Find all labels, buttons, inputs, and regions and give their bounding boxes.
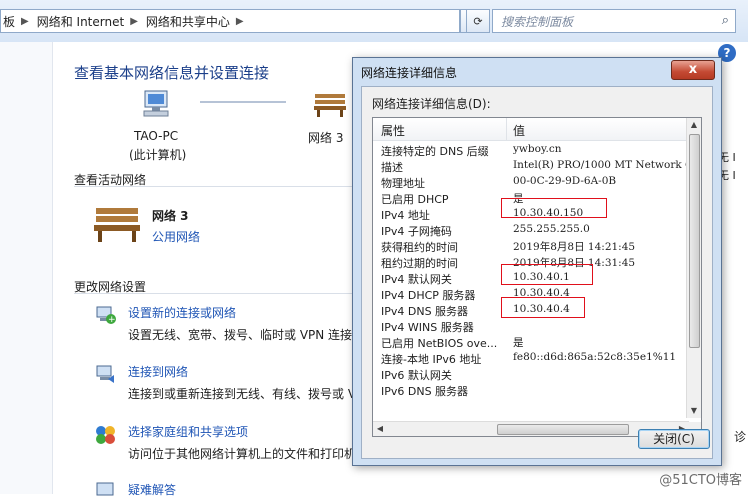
search-placeholder: 搜索控制面板	[501, 14, 574, 29]
svg-text:+: +	[108, 315, 116, 325]
property-cell: IPv4 DNS 服务器	[381, 305, 469, 318]
scrollbar-thumb[interactable]	[689, 134, 700, 348]
address-toolbar: 板 ▶ 网络和 Internet ▶ 网络和共享中心 ▶ ▼ ⟳ 搜索控制面板 …	[0, 0, 748, 43]
breadcrumb-item[interactable]: 网络和 Internet	[37, 13, 124, 30]
ipv4-address-highlight	[501, 198, 607, 218]
network-details-dialog: 网络连接详细信息 x 网络连接详细信息(D): 属性 值 连接特定的 DNS 后…	[352, 57, 722, 466]
dialog-close-icon[interactable]: x	[671, 60, 715, 80]
task-setup-connection-link[interactable]: 设置新的连接或网络	[128, 304, 236, 321]
homegroup-icon	[96, 426, 115, 444]
value-cell: 2019年8月8日 14:21:45	[513, 241, 636, 253]
property-cell: IPv4 WINS 服务器	[381, 321, 474, 334]
new-connection-icon: +	[96, 306, 116, 325]
divider	[74, 186, 354, 187]
task-homegroup-desc: 访问位于其他网络计算机上的文件和打印机	[128, 447, 357, 461]
value-cell: ywboy.cn	[513, 143, 562, 155]
task-troubleshoot-link[interactable]: 疑难解答	[128, 481, 176, 498]
property-cell: IPv6 默认网关	[381, 369, 452, 382]
bench-icon[interactable]	[312, 90, 348, 118]
table-row[interactable]: 描述 Intel(R) PRO/1000 MT Network C	[373, 158, 689, 174]
property-cell: 连接特定的 DNS 后缀	[381, 145, 489, 158]
search-input[interactable]: 搜索控制面板 ⌕	[492, 9, 736, 33]
table-row[interactable]: IPv6 默认网关	[373, 366, 689, 382]
scroll-down-icon[interactable]: ▼	[687, 404, 701, 418]
value-cell: 255.255.255.0	[513, 223, 590, 235]
task-connect-network-desc: 连接到或重新连接到无线、有线、拨号或 V	[128, 387, 357, 401]
partial-text: 诊	[734, 430, 747, 444]
page-title: 查看基本网络信息并设置连接	[74, 64, 270, 82]
table-row[interactable]: 获得租约的时间 2019年8月8日 14:21:45	[373, 238, 689, 254]
scroll-left-icon[interactable]: ◀	[373, 422, 387, 436]
partial-text: 无 I	[718, 169, 736, 182]
task-homegroup-link[interactable]: 选择家庭组和共享选项	[128, 423, 248, 440]
address-bar[interactable]: 板 ▶ 网络和 Internet ▶ 网络和共享中心 ▶	[0, 9, 460, 33]
breadcrumb-separator-icon[interactable]: ▶	[130, 16, 138, 27]
property-cell: IPv4 DHCP 服务器	[381, 289, 476, 302]
computer-icon[interactable]	[138, 88, 174, 120]
property-cell: 已启用 DHCP	[381, 193, 449, 206]
table-row[interactable]: 已启用 NetBIOS ove... 是	[373, 334, 689, 350]
partial-text: 无 I	[718, 151, 736, 164]
task-connect-network-link[interactable]: 连接到网络	[128, 363, 188, 380]
value-cell: 00-0C-29-9D-6A-0B	[513, 175, 617, 187]
property-cell: 租约过期的时间	[381, 257, 458, 270]
property-cell: IPv4 子网掩码	[381, 225, 452, 238]
property-cell: 已启用 NetBIOS ove...	[381, 337, 498, 350]
value-cell: 是	[513, 337, 524, 349]
refresh-icon[interactable]: ⟳	[466, 9, 490, 33]
connection-line	[200, 101, 286, 103]
network-map-label: 网络 3	[308, 131, 344, 145]
column-header-property[interactable]: 属性	[381, 122, 405, 139]
troubleshoot-icon	[96, 482, 114, 496]
network-type-link[interactable]: 公用网络	[152, 228, 200, 245]
breadcrumb-separator-icon[interactable]: ▶	[236, 16, 244, 27]
left-nav-pane	[0, 42, 53, 494]
connect-network-icon	[96, 365, 114, 383]
right-partial-text: 无 I 无 I	[718, 150, 748, 184]
property-cell: IPv6 DNS 服务器	[381, 385, 469, 398]
property-cell: 描述	[381, 161, 403, 174]
details-label: 网络连接详细信息(D):	[372, 97, 491, 111]
property-cell: 物理地址	[381, 177, 425, 190]
computer-subtitle: (此计算机)	[129, 148, 187, 162]
scrollbar-thumb[interactable]	[497, 424, 629, 435]
breadcrumb-item[interactable]: 板	[3, 13, 15, 30]
gateway-highlight	[501, 264, 593, 285]
watermark: @51CTO博客	[659, 473, 742, 488]
task-setup-connection-desc: 设置无线、宽带、拨号、临时或 VPN 连接	[128, 328, 353, 342]
divider	[74, 293, 354, 294]
close-button[interactable]: 关闭(C)	[638, 429, 710, 449]
table-row[interactable]: IPv4 子网掩码 255.255.255.0	[373, 222, 689, 238]
table-row[interactable]: 连接特定的 DNS 后缀 ywboy.cn	[373, 142, 689, 158]
property-cell: 获得租约的时间	[381, 241, 458, 254]
listview-header: 属性 值	[373, 118, 689, 141]
table-row[interactable]: 物理地址 00-0C-29-9D-6A-0B	[373, 174, 689, 190]
computer-name: TAO-PC	[134, 129, 179, 143]
bench-icon	[94, 208, 140, 242]
network-name: 网络 3	[152, 209, 189, 223]
value-cell: fe80::d6d:865a:52c8:35e1%11	[513, 351, 677, 363]
property-cell: IPv4 地址	[381, 209, 430, 222]
table-row[interactable]: IPv6 DNS 服务器	[373, 382, 689, 398]
dns-highlight	[501, 297, 585, 318]
property-cell: 连接-本地 IPv6 地址	[381, 353, 482, 366]
value-cell: Intel(R) PRO/1000 MT Network C	[513, 159, 689, 171]
property-cell: IPv4 默认网关	[381, 273, 452, 286]
table-row[interactable]: IPv4 WINS 服务器	[373, 318, 689, 334]
breadcrumb-separator-icon[interactable]: ▶	[21, 16, 29, 27]
scroll-up-icon[interactable]: ▲	[687, 118, 701, 132]
vertical-scrollbar[interactable]: ▲ ▼	[686, 118, 701, 418]
column-header-value[interactable]: 值	[513, 122, 525, 139]
search-icon[interactable]: ⌕	[722, 13, 729, 28]
column-divider[interactable]	[506, 118, 507, 140]
breadcrumb-item[interactable]: 网络和共享中心	[146, 13, 230, 30]
table-row[interactable]: 连接-本地 IPv6 地址 fe80::d6d:865a:52c8:35e1%11	[373, 350, 689, 366]
dialog-title: 网络连接详细信息	[361, 66, 458, 80]
